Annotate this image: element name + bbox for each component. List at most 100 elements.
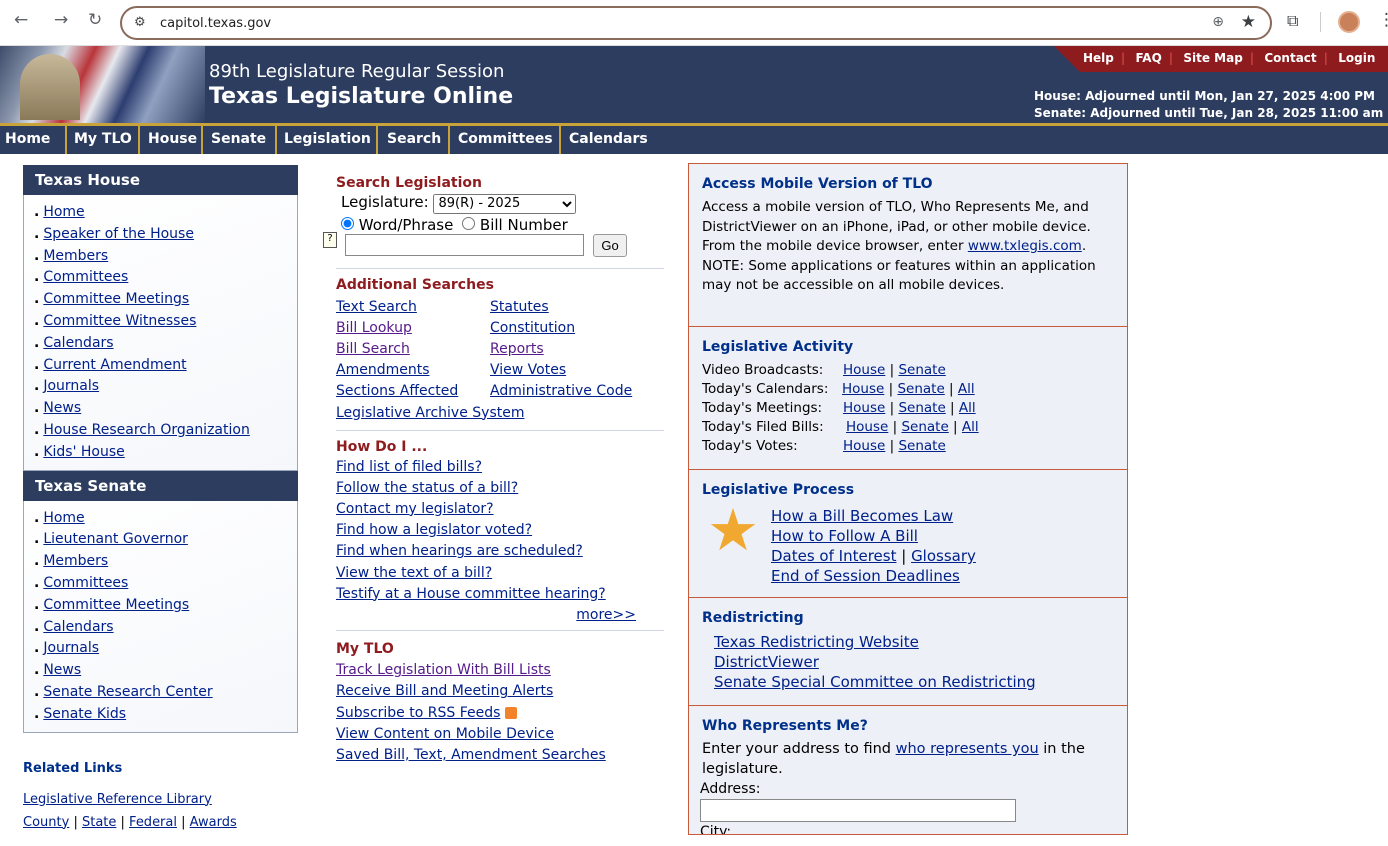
- bill-search-link[interactable]: Bill Search: [336, 339, 410, 360]
- faq-link[interactable]: FAQ: [1135, 51, 1161, 65]
- filed-house-link[interactable]: House: [846, 419, 888, 435]
- senate-link-kids[interactable]: Senate Kids: [43, 706, 126, 722]
- contact-link[interactable]: Contact: [1264, 51, 1316, 65]
- search-input[interactable]: [345, 233, 584, 256]
- administrative-code-link[interactable]: Administrative Code: [490, 381, 632, 402]
- site-info-icon[interactable]: ⚙: [134, 15, 146, 30]
- reload-icon[interactable]: ↻: [88, 10, 102, 30]
- go-button[interactable]: Go: [593, 233, 627, 257]
- mobile-content-link[interactable]: View Content on Mobile Device: [336, 726, 554, 742]
- txlegis-link[interactable]: www.txlegis.com: [968, 238, 1082, 254]
- menu-calendars[interactable]: Calendars: [561, 126, 657, 154]
- dates-of-interest-link[interactable]: Dates of Interest: [771, 547, 896, 565]
- address-input[interactable]: [700, 799, 1016, 822]
- senate-link-journals[interactable]: Journals: [43, 640, 99, 656]
- howdoi-bill-status-link[interactable]: Follow the status of a bill?: [336, 480, 518, 496]
- votes-house-link[interactable]: House: [843, 438, 885, 454]
- house-link-calendars[interactable]: Calendars: [43, 335, 113, 351]
- address-bar[interactable]: ⚙ capitol.texas.gov ⊕ ★: [120, 6, 1272, 40]
- howdoi-hearings-link[interactable]: Find when hearings are scheduled?: [336, 543, 583, 559]
- bill-number-radio[interactable]: [462, 216, 476, 230]
- meetings-house-link[interactable]: House: [843, 400, 885, 416]
- forward-icon[interactable]: →: [54, 10, 68, 30]
- session-deadlines-link[interactable]: End of Session Deadlines: [771, 567, 960, 585]
- who-represents-link[interactable]: who represents you: [896, 741, 1039, 757]
- bill-lookup-link[interactable]: Bill Lookup: [336, 318, 412, 339]
- senate-redistricting-link[interactable]: Senate Special Committee on Redistrictin…: [714, 673, 1036, 691]
- house-link-speaker[interactable]: Speaker of the House: [43, 226, 194, 242]
- track-legislation-link[interactable]: Track Legislation With Bill Lists: [336, 662, 551, 678]
- senate-link-home[interactable]: Home: [43, 510, 84, 526]
- senate-link-committee-meetings[interactable]: Committee Meetings: [43, 597, 189, 613]
- senate-link-calendars[interactable]: Calendars: [43, 619, 113, 635]
- howdoi-bill-text-link[interactable]: View the text of a bill?: [336, 565, 492, 581]
- login-link[interactable]: Login: [1338, 51, 1375, 65]
- more-link[interactable]: more>>: [576, 607, 636, 623]
- howdoi-legislator-voted-link[interactable]: Find how a legislator voted?: [336, 522, 532, 538]
- house-link-research-org[interactable]: House Research Organization: [43, 422, 250, 438]
- help-question-icon[interactable]: ?: [323, 231, 337, 248]
- meetings-all-link[interactable]: All: [959, 400, 976, 416]
- legislative-archive-link[interactable]: Legislative Archive System: [336, 405, 524, 421]
- view-votes-link[interactable]: View Votes: [490, 360, 566, 381]
- bookmark-star-icon[interactable]: ★: [1241, 12, 1256, 32]
- menu-search[interactable]: Search: [378, 126, 450, 154]
- districtviewer-link[interactable]: DistrictViewer: [714, 653, 819, 671]
- filed-all-link[interactable]: All: [962, 419, 979, 435]
- saved-searches-link[interactable]: Saved Bill, Text, Amendment Searches: [336, 747, 606, 763]
- menu-house[interactable]: House: [140, 126, 203, 154]
- house-link-journals[interactable]: Journals: [43, 378, 99, 394]
- howdoi-testify-link[interactable]: Testify at a House committee hearing?: [336, 586, 606, 602]
- meetings-senate-link[interactable]: Senate: [898, 400, 945, 416]
- filed-senate-link[interactable]: Senate: [901, 419, 948, 435]
- follow-a-bill-link[interactable]: How to Follow A Bill: [771, 527, 918, 545]
- awards-link[interactable]: Awards: [190, 815, 237, 830]
- votes-senate-link[interactable]: Senate: [898, 438, 945, 454]
- howdoi-contact-legislator-link[interactable]: Contact my legislator?: [336, 501, 494, 517]
- senate-link-research-center[interactable]: Senate Research Center: [43, 684, 212, 700]
- menu-committees[interactable]: Committees: [450, 126, 561, 154]
- senate-link-committees[interactable]: Committees: [43, 575, 128, 591]
- menu-home[interactable]: Home: [0, 126, 67, 154]
- text-search-link[interactable]: Text Search: [336, 297, 417, 318]
- state-link[interactable]: State: [82, 815, 116, 830]
- legislature-select[interactable]: 89(R) - 2025: [433, 193, 577, 214]
- legislative-library-link[interactable]: Legislative Reference Library: [23, 792, 212, 807]
- house-link-current-amendment[interactable]: Current Amendment: [43, 357, 186, 373]
- redistricting-website-link[interactable]: Texas Redistricting Website: [714, 633, 919, 651]
- menu-senate[interactable]: Senate: [203, 126, 277, 154]
- sections-affected-link[interactable]: Sections Affected: [336, 381, 458, 402]
- video-senate-link[interactable]: Senate: [898, 362, 945, 378]
- back-icon[interactable]: ←: [14, 10, 28, 30]
- help-link[interactable]: Help: [1083, 51, 1114, 65]
- statutes-link[interactable]: Statutes: [490, 297, 549, 318]
- profile-avatar[interactable]: [1338, 11, 1360, 33]
- senate-link-news[interactable]: News: [43, 662, 81, 678]
- house-link-home[interactable]: Home: [43, 204, 84, 220]
- calendars-senate-link[interactable]: Senate: [897, 381, 944, 397]
- calendars-all-link[interactable]: All: [958, 381, 975, 397]
- bill-alerts-link[interactable]: Receive Bill and Meeting Alerts: [336, 683, 553, 699]
- reports-link[interactable]: Reports: [490, 339, 544, 360]
- calendars-house-link[interactable]: House: [842, 381, 884, 397]
- constitution-link[interactable]: Constitution: [490, 318, 575, 339]
- menu-legislation[interactable]: Legislation: [277, 126, 378, 154]
- extensions-icon[interactable]: ⧉: [1287, 11, 1298, 31]
- house-link-committee-meetings[interactable]: Committee Meetings: [43, 291, 189, 307]
- house-link-kids[interactable]: Kids' House: [43, 444, 124, 460]
- rss-icon[interactable]: [504, 706, 517, 719]
- house-link-members[interactable]: Members: [43, 248, 108, 264]
- house-link-committees[interactable]: Committees: [43, 269, 128, 285]
- video-house-link[interactable]: House: [843, 362, 885, 378]
- menu-icon[interactable]: ⋮: [1378, 10, 1388, 30]
- federal-link[interactable]: Federal: [129, 815, 177, 830]
- house-link-news[interactable]: News: [43, 400, 81, 416]
- menu-mytlo[interactable]: My TLO: [67, 126, 140, 154]
- senate-link-lt-governor[interactable]: Lieutenant Governor: [43, 531, 188, 547]
- sitemap-link[interactable]: Site Map: [1183, 51, 1242, 65]
- bill-becomes-law-link[interactable]: How a Bill Becomes Law: [771, 507, 953, 525]
- house-link-committee-witnesses[interactable]: Committee Witnesses: [43, 313, 196, 329]
- howdoi-filed-bills-link[interactable]: Find list of filed bills?: [336, 459, 482, 475]
- word-phrase-radio[interactable]: [341, 216, 354, 230]
- senate-link-members[interactable]: Members: [43, 553, 108, 569]
